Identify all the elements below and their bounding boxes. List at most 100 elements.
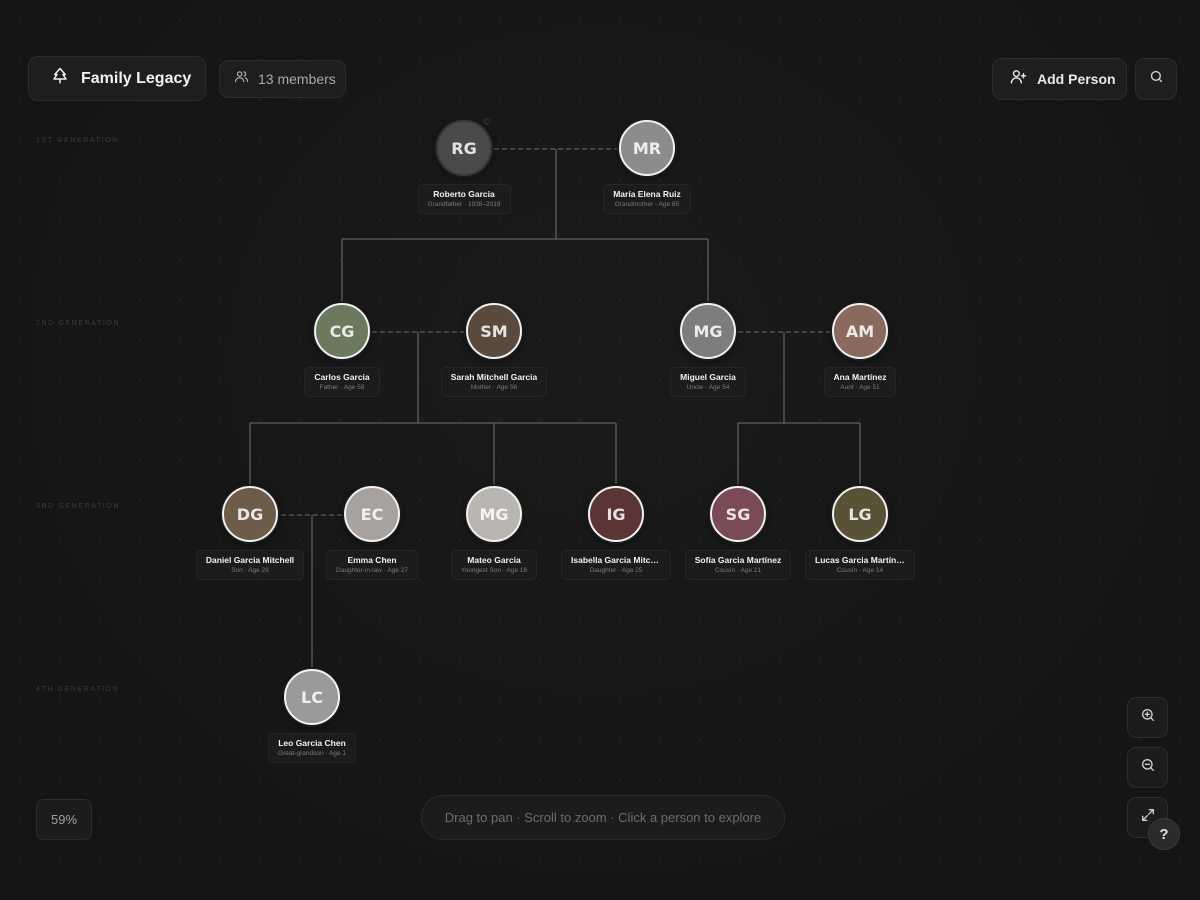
person-label: Miguel Garcia Uncle · Age 54	[670, 367, 746, 397]
avatar: EC	[344, 486, 400, 542]
avatar-initials: MG	[479, 504, 509, 524]
avatar-initials: MG	[693, 321, 723, 341]
heart-icon: ♡	[483, 117, 492, 127]
avatar: MG	[680, 303, 736, 359]
avatar: MG	[466, 486, 522, 542]
person-card-ana[interactable]: AM Ana Martínez Aunt · Age 51	[790, 303, 930, 397]
person-label: Emma Chen Daughter-in-law · Age 27	[326, 550, 418, 580]
person-card-maria[interactable]: MR María Elena Ruiz Grandmother · Age 85	[577, 120, 717, 214]
person-name: Sarah Mitchell Garcia	[450, 372, 538, 382]
avatar-initials: CG	[329, 321, 355, 341]
person-meta: Grandfather · 1938–2019	[427, 201, 501, 208]
person-name: Sofía Garcia Martínez	[694, 555, 782, 565]
person-card-leo[interactable]: LC Leo Garcia Chen Great-grandson · Age …	[242, 669, 382, 763]
zoom-in-icon	[1140, 707, 1156, 728]
avatar: RG	[436, 120, 492, 176]
avatar: MR	[619, 120, 675, 176]
person-card-roberto[interactable]: RG ♡ Roberto Garcia Grandfather · 1938–2…	[394, 117, 534, 214]
person-label: Isabella Garcia Mitchell Daughter · Age …	[561, 550, 671, 580]
members-label: 13 members	[258, 71, 336, 87]
person-name: Lucas Garcia Martínez	[815, 555, 905, 565]
generation-label-1: 1st Generation	[36, 137, 119, 144]
zoom-out-icon	[1140, 757, 1156, 778]
person-meta: Great-grandson · Age 1	[278, 750, 346, 757]
person-card-lucas[interactable]: LG Lucas Garcia Martínez Cousin · Age 14	[790, 486, 930, 580]
person-meta: Son · Age 28	[231, 567, 269, 574]
avatar: LC	[284, 669, 340, 725]
person-card-miguel[interactable]: MG Miguel Garcia Uncle · Age 54	[638, 303, 778, 397]
user-plus-icon	[1010, 68, 1027, 90]
person-meta: Daughter · Age 25	[589, 567, 643, 574]
avatar: SG	[710, 486, 766, 542]
person-name: Mateo Garcia	[467, 555, 521, 565]
person-label: María Elena Ruiz Grandmother · Age 85	[603, 184, 691, 214]
help-button[interactable]: ?	[1148, 818, 1180, 850]
avatar: DG	[222, 486, 278, 542]
zoom-in-button[interactable]	[1127, 697, 1168, 738]
person-meta: Uncle · Age 54	[686, 384, 730, 391]
family-tree-canvas[interactable]: Family Legacy 13 members Add Person 1st …	[0, 0, 1200, 900]
person-name: Miguel Garcia	[680, 372, 736, 382]
person-meta: Father · Age 58	[319, 384, 365, 391]
members-count: 13 members	[219, 60, 346, 98]
person-label: Carlos Garcia Father · Age 58	[304, 367, 380, 397]
person-card-mateo[interactable]: MG Mateo Garcia Youngest Son · Age 16	[424, 486, 564, 580]
search-button[interactable]	[1135, 58, 1177, 100]
person-meta: Youngest Son · Age 16	[460, 567, 528, 574]
person-name: Leo Garcia Chen	[278, 738, 346, 748]
person-label: Leo Garcia Chen Great-grandson · Age 1	[268, 733, 356, 763]
zoom-level-indicator: 59%	[36, 799, 92, 840]
avatar-initials: DG	[236, 504, 264, 524]
person-card-sofia[interactable]: SG Sofía Garcia Martínez Cousin · Age 21	[668, 486, 808, 580]
search-icon	[1149, 69, 1164, 89]
person-meta: Mother · Age 56	[470, 384, 518, 391]
app-brand: Family Legacy	[28, 56, 206, 101]
person-label: Lucas Garcia Martínez Cousin · Age 14	[805, 550, 915, 580]
person-label: Mateo Garcia Youngest Son · Age 16	[450, 550, 538, 580]
app-title: Family Legacy	[81, 69, 192, 87]
avatar-initials: EC	[360, 504, 384, 524]
generation-label-3: 3rd Generation	[36, 503, 121, 510]
add-person-button[interactable]: Add Person	[992, 58, 1127, 100]
person-name: Daniel Garcia Mitchell	[205, 555, 295, 565]
person-meta: Grandmother · Age 85	[614, 201, 680, 208]
avatar: SM	[466, 303, 522, 359]
interaction-hint: Drag to pan · Scroll to zoom · Click a p…	[421, 795, 785, 840]
avatar-initials: MR	[632, 138, 662, 158]
person-meta: Cousin · Age 14	[836, 567, 884, 574]
person-name: Carlos Garcia	[314, 372, 370, 382]
avatar: AM	[832, 303, 888, 359]
person-name: Ana Martínez	[833, 372, 887, 382]
person-name: Roberto Garcia	[433, 189, 495, 199]
person-card-carlos[interactable]: CG Carlos Garcia Father · Age 58	[272, 303, 412, 397]
person-card-isabella[interactable]: IG Isabella Garcia Mitchell Daughter · A…	[546, 486, 686, 580]
person-card-daniel[interactable]: DG Daniel Garcia Mitchell Son · Age 28	[180, 486, 320, 580]
person-label: Sofía Garcia Martínez Cousin · Age 21	[684, 550, 792, 580]
avatar-initials: AM	[845, 321, 875, 341]
avatar-initials: RG	[451, 138, 477, 158]
avatar-initials: LC	[301, 687, 323, 707]
users-icon	[234, 69, 249, 89]
person-card-emma[interactable]: EC Emma Chen Daughter-in-law · Age 27	[302, 486, 442, 580]
avatar: CG	[314, 303, 370, 359]
person-label: Daniel Garcia Mitchell Son · Age 28	[195, 550, 305, 580]
person-card-sarah[interactable]: SM Sarah Mitchell Garcia Mother · Age 56	[424, 303, 564, 397]
avatar-initials: LG	[848, 504, 872, 524]
person-label: Ana Martínez Aunt · Age 51	[823, 367, 897, 397]
person-label: Roberto Garcia Grandfather · 1938–2019	[417, 184, 511, 214]
tree-icon	[51, 67, 69, 90]
generation-label-4: 4th Generation	[36, 686, 120, 693]
person-name: Isabella Garcia Mitchell	[571, 555, 661, 565]
person-meta: Daughter-in-law · Age 27	[336, 567, 408, 574]
person-meta: Cousin · Age 21	[714, 567, 762, 574]
person-name: María Elena Ruiz	[613, 189, 681, 199]
avatar: LG	[832, 486, 888, 542]
avatar-initials: SM	[480, 321, 508, 341]
person-label: Sarah Mitchell Garcia Mother · Age 56	[440, 367, 548, 397]
person-name: Emma Chen	[347, 555, 397, 565]
avatar-initials: IG	[606, 504, 626, 524]
zoom-out-button[interactable]	[1127, 747, 1168, 788]
person-meta: Aunt · Age 51	[840, 384, 880, 391]
add-person-label: Add Person	[1037, 71, 1116, 87]
avatar: IG	[588, 486, 644, 542]
